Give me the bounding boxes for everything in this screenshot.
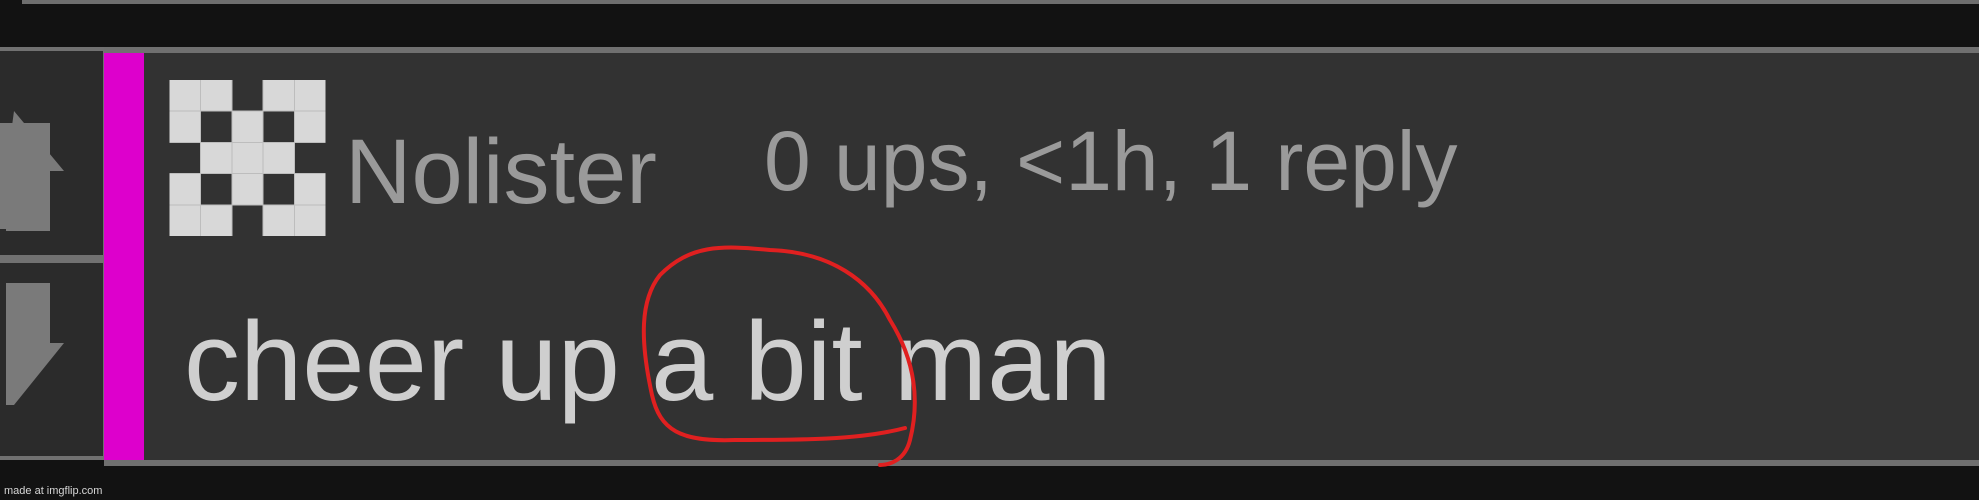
user-avatar[interactable] [169, 80, 326, 236]
upvote-button[interactable] [0, 47, 107, 259]
watermark: made at imgflip.com [4, 485, 103, 497]
comment-meta: 0 ups, <1h, 1 reply [764, 114, 1458, 208]
reply-depth-bar [104, 53, 144, 460]
username-link[interactable]: Nolister [345, 117, 657, 227]
arrow-down-icon [6, 283, 64, 405]
previous-comment-box [22, 0, 1979, 4]
arrow-up-icon [0, 111, 64, 231]
comment-body: cheer up a bit man [184, 299, 1112, 424]
vote-column [0, 47, 107, 460]
comment-box: Nolister 0 ups, <1h, 1 reply cheer up a … [104, 47, 1979, 466]
screen: Nolister 0 ups, <1h, 1 reply cheer up a … [0, 0, 1979, 500]
downvote-button[interactable] [0, 259, 107, 460]
